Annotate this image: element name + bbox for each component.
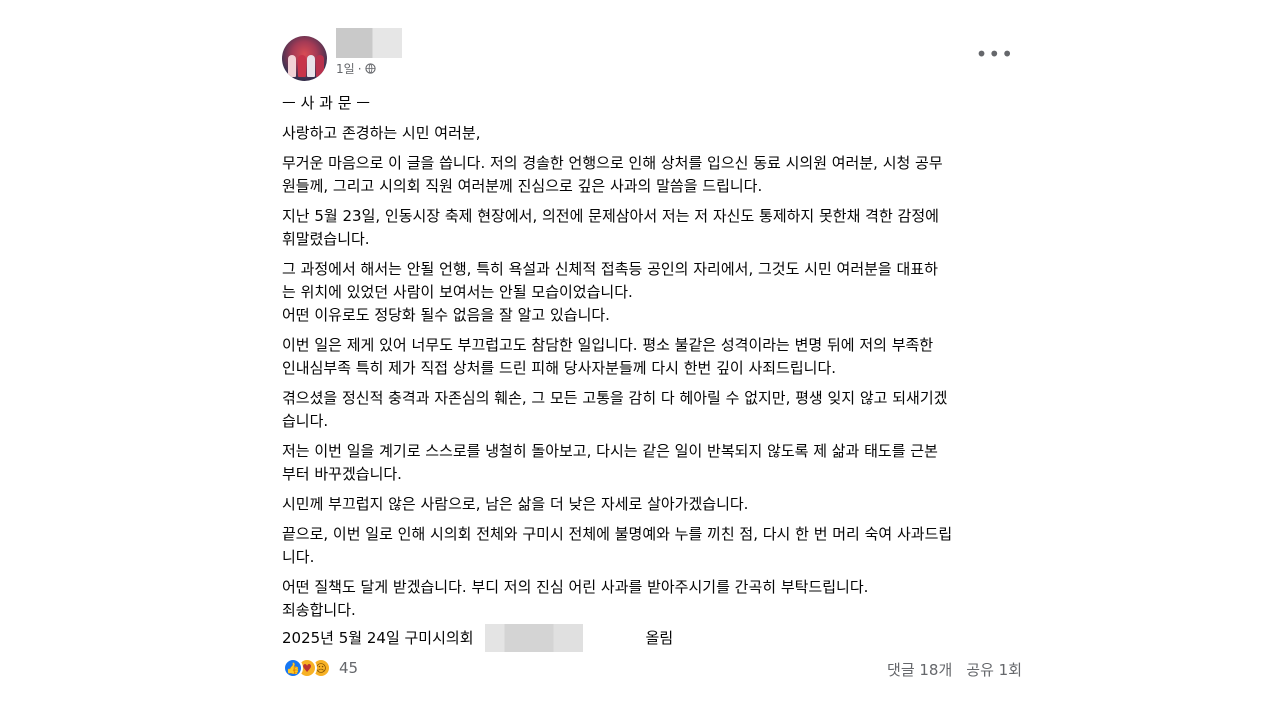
post-paragraph: 사랑하고 존경하는 시민 여러분, — [282, 124, 481, 142]
post-header: 1일 · ••• — [282, 28, 1024, 84]
comment-count[interactable]: 댓글 18개 — [887, 659, 952, 680]
like-icon: 👍 — [283, 658, 303, 678]
post-paragraph: 이번 일은 제게 있어 너무도 부끄럽고도 참담한 일입니다. 평소 불같은 성… — [282, 336, 934, 377]
signature-name-redacted — [485, 624, 583, 652]
post-paragraph: 시민께 부끄럽지 않은 사람으로, 남은 삶을 더 낮은 자세로 살아가겠습니다… — [282, 495, 749, 513]
signature-prefix: 2025년 5월 24일 구미시의회 — [282, 629, 474, 647]
post-title: ㅡ 사 과 문 ㅡ — [282, 94, 371, 112]
avatar-figure — [316, 55, 324, 77]
signature-suffix: 올림 — [645, 629, 674, 647]
share-count[interactable]: 공유 1회 — [966, 659, 1022, 680]
post-paragraph: 어떤 질책도 달게 받겠습니다. 부디 저의 진심 어린 사과를 받아주시기를 … — [282, 578, 869, 619]
author-name-redacted[interactable] — [336, 28, 402, 58]
post-paragraph: 지난 5월 23일, 인동시장 축제 현장에서, 의전에 문제삼아서 저는 저 … — [282, 207, 939, 248]
post-footer: 👍 ♥ ☹ 45 댓글 18개 공유 1회 — [282, 658, 1024, 686]
post-card: 1일 · ••• ㅡ 사 과 문 ㅡ 사랑하고 존경하는 시민 여러분, 무거운… — [282, 28, 1024, 686]
post-stats: 댓글 18개 공유 1회 — [887, 659, 1022, 680]
post-paragraph: 저는 이번 일을 계기로 스스로를 냉철히 돌아보고, 다시는 같은 일이 반복… — [282, 442, 938, 483]
post-signature: 2025년 5월 24일 구미시의회 올림 — [282, 624, 674, 652]
avatar-figure — [288, 55, 296, 77]
globe-icon[interactable] — [364, 63, 376, 74]
post-time[interactable]: 1일 — [336, 60, 355, 77]
post-body: ㅡ 사 과 문 ㅡ 사랑하고 존경하는 시민 여러분, 무거운 마음으로 이 글… — [282, 92, 1024, 652]
avatar-figure — [307, 55, 315, 77]
post-paragraph: 겪으셨을 정신적 충격과 자존심의 훼손, 그 모든 고통을 감히 다 헤아릴 … — [282, 389, 948, 430]
post-meta: 1일 · — [336, 60, 376, 77]
post-paragraph: 끝으로, 이번 일로 인해 시의회 전체와 구미시 전체에 불명예와 누를 끼친… — [282, 525, 953, 566]
more-horizontal-icon[interactable]: ••• — [976, 44, 1014, 64]
post-paragraph: 무거운 마음으로 이 글을 씁니다. 저의 경솔한 언행으로 인해 상처를 입으… — [282, 154, 943, 195]
post-paragraph: 그 과정에서 해서는 안될 언행, 특히 욕설과 신체적 접촉등 공인의 자리에… — [282, 260, 938, 324]
meta-separator: · — [357, 61, 362, 76]
avatar-figure — [298, 55, 306, 77]
avatar[interactable] — [282, 36, 327, 81]
reactions[interactable]: 👍 ♥ ☹ 45 — [283, 658, 358, 678]
reaction-count[interactable]: 45 — [339, 659, 358, 677]
